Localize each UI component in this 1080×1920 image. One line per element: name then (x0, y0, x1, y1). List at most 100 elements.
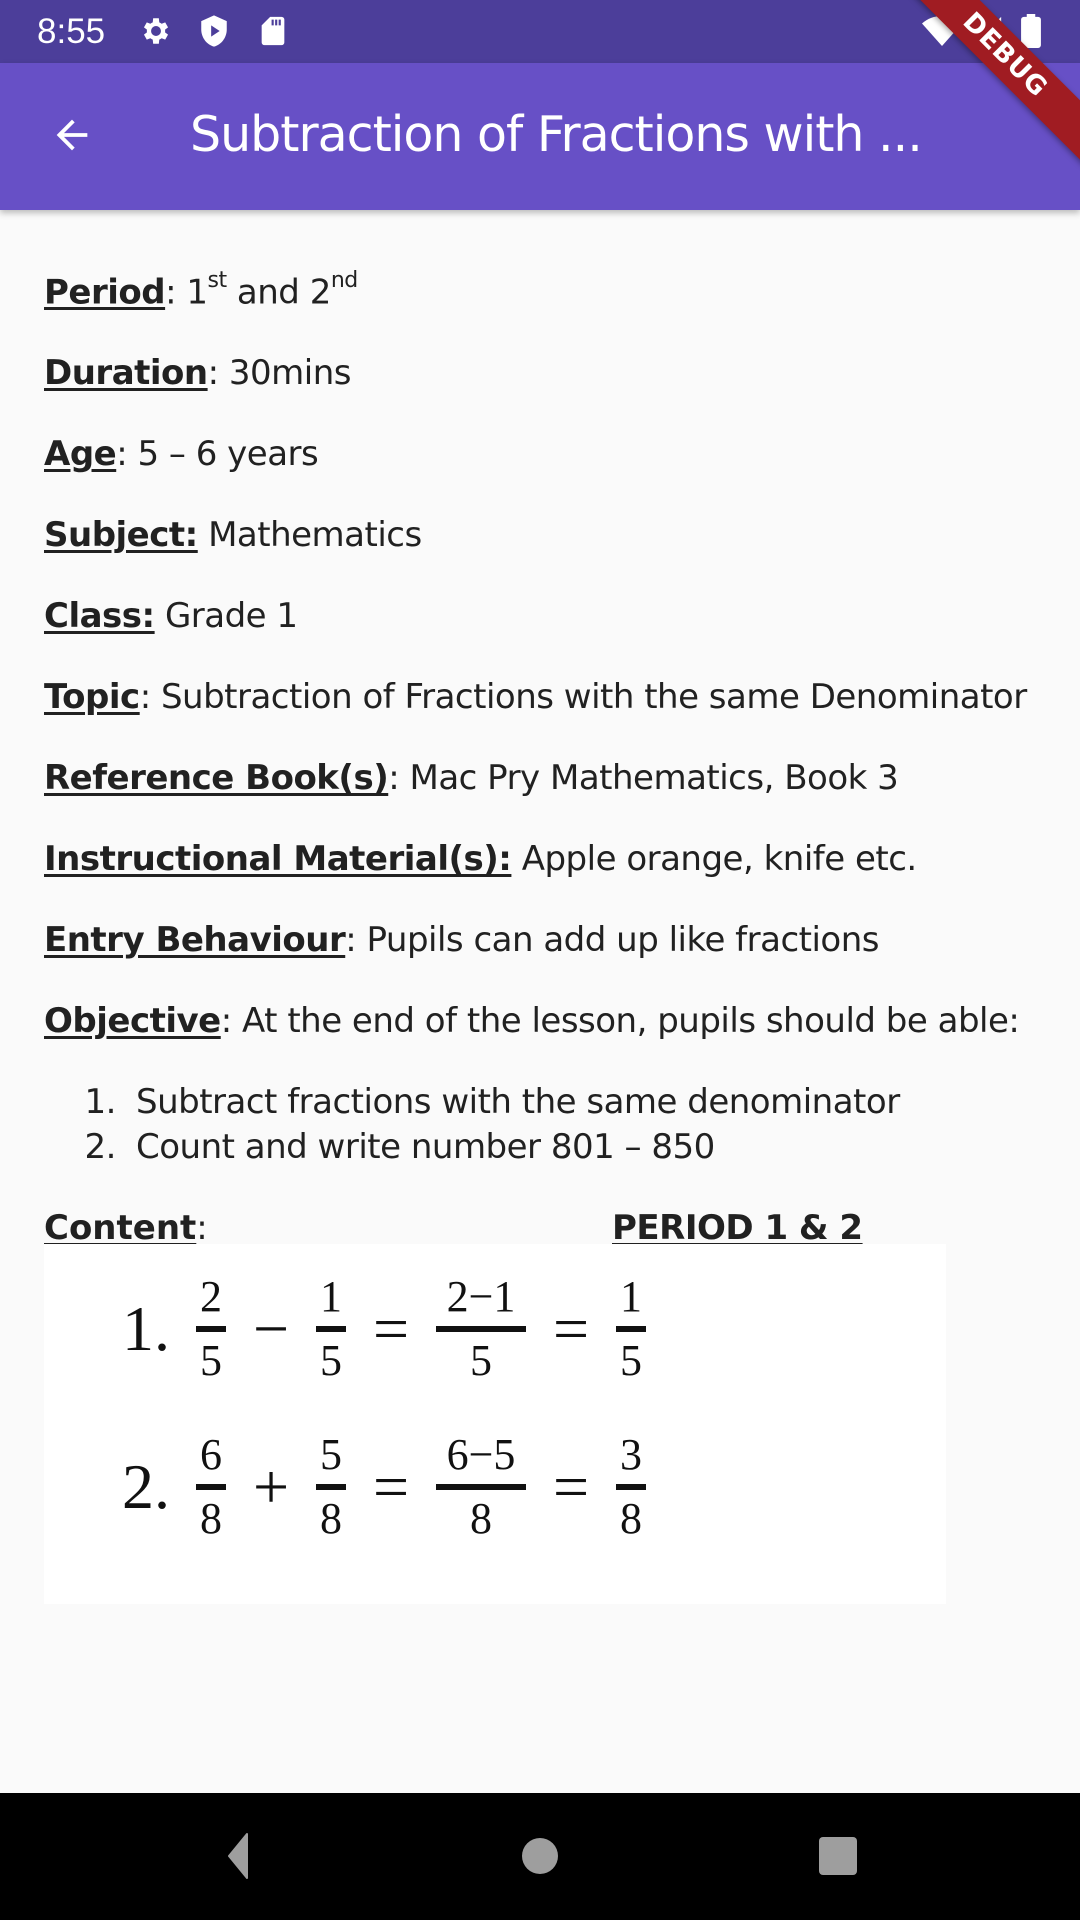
nav-back-button[interactable] (208, 1833, 268, 1883)
objective-value: At the end of the lesson, pupils should … (242, 1001, 1020, 1042)
numerator: 1 (620, 1272, 642, 1321)
fraction-bar (316, 1484, 346, 1490)
period-second: 2 (309, 272, 332, 313)
status-bar: 8:55 (0, 0, 1080, 63)
field-objective: Objective: At the end of the lesson, pup… (44, 999, 1036, 1044)
entry-behaviour-value: Pupils can add up like fractions (366, 920, 880, 961)
fraction: 2−1 5 (436, 1274, 526, 1384)
nav-back-icon (218, 1833, 258, 1883)
fraction: 15 (316, 1274, 346, 1384)
fraction-bar (436, 1484, 526, 1490)
fraction: 68 (196, 1432, 226, 1542)
separator: : (220, 1001, 243, 1042)
separator: : (345, 920, 367, 961)
duration-value: 30mins (228, 353, 352, 394)
period-first-sup: st (207, 268, 228, 293)
play-protect-shield-icon (197, 14, 231, 48)
age-label: Age (44, 434, 117, 475)
numerator: 3 (620, 1430, 642, 1479)
period-label: Period (44, 272, 166, 313)
denominator: 8 (620, 1494, 642, 1543)
operator: + (252, 1451, 290, 1522)
materials-label: Instructional Material(s): (44, 839, 512, 880)
denominator: 8 (470, 1494, 492, 1543)
equals-sign: = (552, 1293, 590, 1364)
equation-number: 2. (122, 1451, 170, 1522)
nav-home-button[interactable] (510, 1833, 570, 1883)
separator (198, 515, 208, 555)
duration-label: Duration (44, 353, 208, 394)
denominator: 8 (200, 1494, 222, 1543)
period-second-sup: nd (330, 268, 358, 293)
separator (511, 839, 521, 879)
topic-value: Subtraction of Fractions with the same D… (160, 677, 1027, 718)
age-value: 5 – 6 years (137, 434, 319, 475)
fraction-bar (196, 1326, 226, 1332)
objectives-list: 1. Subtract fractions with the same deno… (44, 1080, 1036, 1170)
reference-value: Mac Pry Mathematics, Book 3 (409, 758, 899, 799)
class-label: Class: (44, 596, 155, 637)
denominator: 5 (620, 1336, 642, 1385)
entry-behaviour-label: Entry Behaviour (44, 920, 346, 961)
gear-icon (139, 14, 173, 48)
field-materials: Instructional Material(s): Apple orange,… (44, 837, 1036, 882)
separator: : (116, 434, 138, 475)
battery-icon (1020, 14, 1054, 48)
fraction-bar (436, 1326, 526, 1332)
fraction: 25 (196, 1274, 226, 1384)
field-period: Period: 1st and 2nd (44, 262, 1036, 315)
fraction: 38 (616, 1432, 646, 1542)
field-class: Class: Grade 1 (44, 594, 1036, 639)
topic-label: Topic (44, 677, 140, 718)
separator: : (388, 758, 410, 799)
separator: : (139, 677, 161, 718)
separator: : (207, 353, 229, 394)
class-value: Grade 1 (164, 596, 298, 637)
equals-sign: = (372, 1293, 410, 1364)
field-entry-behaviour: Entry Behaviour: Pupils can add up like … (44, 918, 1036, 963)
list-text: Count and write number 801 – 850 (136, 1127, 715, 1168)
arrow-back-icon (49, 112, 95, 162)
content-label: Content (44, 1208, 197, 1249)
fraction-bar (616, 1326, 646, 1332)
system-nav-bar (0, 1793, 1080, 1920)
denominator: 5 (470, 1336, 492, 1385)
numerator: 6 (200, 1430, 222, 1479)
list-number: 2. (84, 1127, 117, 1168)
subject-value: Mathematics (208, 515, 422, 556)
fraction: 58 (316, 1432, 346, 1542)
back-button[interactable] (36, 101, 108, 173)
list-item: 1. Subtract fractions with the same deno… (44, 1080, 1036, 1125)
app-bar: Subtraction of Fractions with ... (0, 63, 1080, 210)
list-item: 2. Count and write number 801 – 850 (44, 1125, 1036, 1170)
denominator: 5 (200, 1336, 222, 1385)
fraction-bar (316, 1326, 346, 1332)
numerator: 2−1 (446, 1272, 516, 1321)
fraction-bar (616, 1484, 646, 1490)
equals-sign: = (372, 1451, 410, 1522)
field-age: Age: 5 – 6 years (44, 432, 1036, 477)
page-title: Subtraction of Fractions with ... (190, 106, 923, 163)
separator (155, 596, 165, 636)
fraction-bar (196, 1484, 226, 1490)
numerator: 6−5 (446, 1430, 516, 1479)
fraction: 6−5 8 (436, 1432, 526, 1542)
period-first: 1 (186, 272, 208, 313)
sd-card-icon (256, 14, 290, 48)
math-examples-image: 1. 25 − 15 = 2−1 5 = 15 2. 68 + 58 = 6−5 8… (44, 1244, 946, 1604)
field-duration: Duration: 30mins (44, 351, 1036, 396)
denominator: 8 (320, 1494, 342, 1543)
numerator: 1 (320, 1272, 342, 1321)
equation-2: 2. 68 + 58 = 6−5 8 = 38 (44, 1422, 658, 1552)
nav-recents-icon (818, 1836, 858, 1880)
list-text: Subtract fractions with the same denomin… (136, 1082, 900, 1123)
operator: − (252, 1293, 290, 1364)
equals-sign: = (552, 1451, 590, 1522)
numerator: 2 (200, 1272, 222, 1321)
list-number: 1. (84, 1082, 117, 1123)
equation-1: 1. 25 − 15 = 2−1 5 = 15 (44, 1264, 658, 1394)
subject-label: Subject: (44, 515, 198, 556)
equation-number: 1. (122, 1293, 170, 1364)
nav-recents-button[interactable] (808, 1833, 868, 1883)
separator: : (165, 272, 187, 313)
